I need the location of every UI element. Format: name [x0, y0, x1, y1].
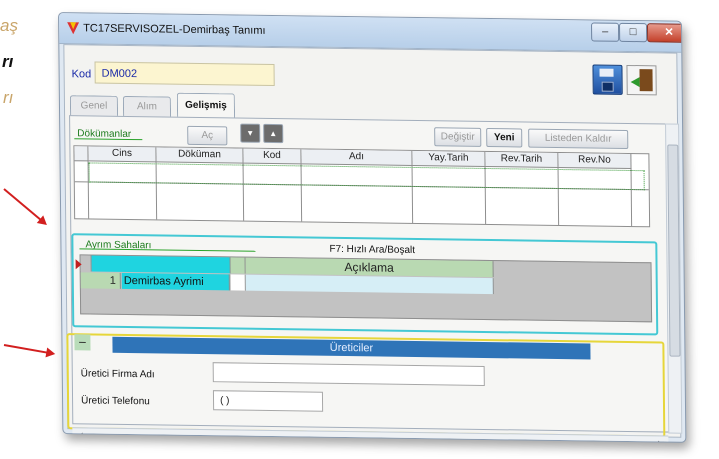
callout-arrow-ayrim: [3, 188, 47, 225]
f7-hint: F7: Hızlı Ara/Boşalt: [329, 243, 416, 257]
column-header-rev-no[interactable]: Rev.No: [558, 152, 632, 170]
minimize-button[interactable]: –: [591, 22, 620, 42]
tab-genel[interactable]: Genel: [69, 95, 119, 117]
window-title: TC17SERVISOZEL-Demirbaş Tanımı: [83, 22, 266, 37]
kod-field[interactable]: DM002: [94, 61, 275, 87]
column-header-dokuman[interactable]: Döküman: [156, 147, 244, 164]
window-body: Kod DM002 Genel Alım Gelişmiş Dökümanlar…: [63, 44, 683, 443]
column-header-yay-tarih[interactable]: Yay.Tarih: [412, 150, 486, 167]
dokumanlar-underline: [74, 138, 143, 141]
vertical-scrollbar[interactable]: [665, 123, 683, 434]
listeden-kaldir-button[interactable]: Listeden Kaldır: [528, 128, 629, 149]
ayrim-table[interactable]: Açıklama 1 Demirbas Ayrimi: [75, 254, 653, 323]
uretici-telefon-label: Üretici Telefonu: [81, 395, 150, 408]
ayrim-name-cell[interactable]: Demirbas Ayrimi: [121, 272, 230, 291]
close-button[interactable]: ✕: [646, 23, 687, 43]
column-header-kod[interactable]: Kod: [243, 148, 302, 165]
column-header-blank: [230, 257, 246, 274]
row-number: 1: [80, 272, 121, 289]
ayrim-blank-cell[interactable]: [230, 274, 246, 291]
scrollbar-thumb[interactable]: [667, 144, 681, 357]
move-down-button[interactable]: ▼: [240, 123, 261, 143]
degistir-button[interactable]: Değiştir: [434, 127, 482, 147]
uretici-telefon-field[interactable]: ( ): [212, 390, 324, 412]
scroll-left-icon[interactable]: ◄: [76, 430, 84, 439]
collapse-button[interactable]: –: [74, 334, 91, 351]
column-header-cins[interactable]: Cins: [88, 146, 157, 163]
move-up-button[interactable]: ▲: [263, 123, 284, 144]
ayrim-desc-cell[interactable]: [245, 274, 494, 295]
save-icon[interactable]: [592, 64, 623, 95]
column-header-ayrim[interactable]: [91, 255, 231, 274]
tab-alim[interactable]: Alım: [122, 95, 172, 118]
dokuman-table[interactable]: Cins Döküman Kod Adı Yay.Tarih Rev.Tarih…: [73, 145, 651, 228]
exit-door-icon[interactable]: [626, 64, 657, 96]
uretici-firma-field[interactable]: [212, 362, 485, 386]
ac-button[interactable]: Aç: [187, 125, 228, 146]
gelismis-panel: Dökümanlar Aç ▼ ▲ Değiştir Yeni Listeden…: [66, 115, 671, 438]
maximize-button[interactable]: □: [619, 22, 648, 43]
column-header-rev-tarih[interactable]: Rev.Tarih: [485, 151, 559, 168]
bg-text-line-1: aş: [0, 16, 18, 35]
row-indicator-icon: [75, 259, 82, 270]
yeni-button[interactable]: Yeni: [486, 127, 523, 148]
callout-arrow-ureticiler: [3, 344, 54, 355]
tab-gelismis[interactable]: Gelişmiş: [176, 92, 236, 119]
demirbas-window: TC17SERVISOZEL-Demirbaş Tanımı – □ ✕ Kod…: [58, 12, 687, 443]
app-logo-icon: [67, 22, 80, 35]
table-corner: [74, 146, 89, 162]
bg-text-line-2: rı: [2, 52, 14, 71]
table-corner: [80, 255, 92, 272]
bg-text-line-3: rı: [3, 88, 14, 107]
uretici-firma-label: Üretici Firma Adı: [80, 368, 155, 381]
scroll-right-icon[interactable]: ►: [656, 438, 664, 442]
kod-label: Kod: [71, 68, 92, 81]
column-header-adi[interactable]: Adı: [301, 149, 413, 166]
